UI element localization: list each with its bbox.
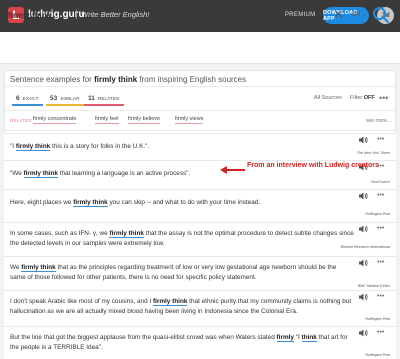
tab-related[interactable]: 11 RELATED [84, 92, 124, 106]
source-label[interactable]: Huffington Post [365, 317, 390, 321]
sentence-text-continued: same of those followed for other patient… [10, 274, 257, 281]
see-more-link[interactable]: see more... [366, 118, 391, 124]
source-label[interactable]: TechCrunch [371, 180, 390, 184]
source-label[interactable]: Huffington Post [365, 353, 390, 357]
more-options-icon[interactable]: ••• [377, 191, 384, 200]
speaker-icon[interactable] [359, 293, 368, 301]
divider [4, 86, 396, 87]
search-input[interactable] [8, 8, 308, 22]
language-selector[interactable]: EN ⌄ [352, 11, 367, 18]
all-sources-dropdown[interactable]: All Sources [314, 95, 342, 101]
highlighted-phrase: firmly think [15, 143, 51, 151]
sentence-text: Here, eight places we firmly think you c… [10, 199, 261, 207]
highlighted-phrase: firmly think [21, 264, 56, 272]
highlighted-phrase: firmly [276, 334, 294, 342]
sentence-text: But the line that got the biggest applau… [10, 334, 348, 342]
source-label[interactable]: BMC Medical Ethics [358, 284, 390, 288]
sentence-text-continued: the people is a TERRIBLE Idea". [10, 344, 103, 351]
filter-toggle[interactable]: Filter OFF [350, 95, 375, 101]
speaker-icon[interactable] [359, 136, 368, 144]
sentence-text-continued: hallucination as we are all actually mix… [10, 308, 298, 315]
heading-term: firmly think [94, 75, 138, 84]
search-icon[interactable] [372, 6, 390, 24]
speaker-icon[interactable] [359, 259, 368, 267]
more-options-icon[interactable]: ••• [377, 224, 384, 233]
divider [4, 110, 396, 111]
related-item[interactable]: firmly concentrate [33, 116, 77, 124]
sentence-text: "We firmly think that learning a languag… [10, 170, 191, 178]
tab-similar[interactable]: 53 SIMILAR [46, 92, 84, 106]
more-options-icon[interactable]: ••• [379, 94, 388, 103]
results-heading: Sentence examples for firmly think from … [10, 75, 247, 84]
related-item[interactable]: firmly views [175, 116, 204, 124]
search-bar [0, 32, 400, 64]
speaker-icon[interactable] [359, 329, 368, 337]
more-options-icon[interactable]: ••• [377, 258, 384, 267]
sentence-text: We firmly think that as the principles r… [10, 264, 337, 272]
sentence-text: I don't speak Arabic like most of my cou… [10, 298, 352, 306]
clear-search-icon[interactable]: ✕ [334, 8, 343, 21]
more-options-icon[interactable]: ••• [377, 135, 384, 144]
highlighted-phrase: firmly think [73, 199, 108, 207]
source-label[interactable]: The New York Times [357, 151, 390, 155]
source-label[interactable]: Huffington Post [365, 212, 390, 216]
sentence-text-continued: the detected levels in our samples were … [10, 240, 165, 247]
tab-exact[interactable]: 6 EXACT [12, 92, 43, 106]
sentence-text: In some cases, such as IFN- γ, we firmly… [10, 230, 354, 238]
related-label: RELATED [10, 118, 32, 123]
sentence-text: "I firmly think this is a story for folk… [10, 143, 150, 151]
annotation-text: From an interview with Ludwig creators [247, 162, 379, 169]
highlighted-phrase: firmly think [109, 230, 144, 238]
speaker-icon[interactable] [359, 225, 368, 233]
related-item[interactable]: firmly believe [128, 116, 161, 124]
highlighted-phrase: firmly think [23, 170, 58, 178]
divider [4, 130, 396, 131]
related-item[interactable]: firmly feel [95, 116, 119, 124]
red-arrow-icon [220, 166, 245, 174]
source-label[interactable]: Biomed Research International [341, 245, 390, 249]
highlighted-phrase: think [301, 334, 317, 342]
highlighted-phrase: firmly think [152, 298, 188, 306]
more-options-icon[interactable]: ••• [377, 328, 384, 337]
speaker-icon[interactable] [359, 192, 368, 200]
more-options-icon[interactable]: ••• [377, 292, 384, 301]
